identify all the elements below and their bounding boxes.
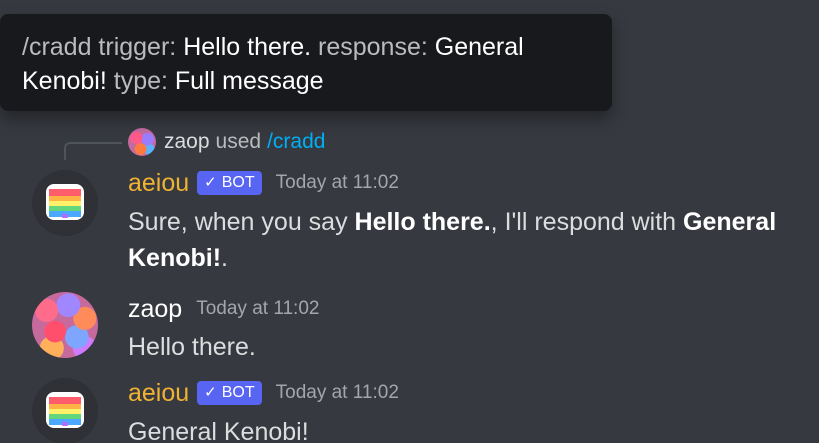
message-text: . <box>221 244 228 272</box>
message-header: aeiou ✓ BOT Today at 11:02 <box>128 168 399 198</box>
message-content: General Kenobi! <box>128 418 309 443</box>
avatar[interactable] <box>32 170 98 236</box>
verified-check-icon: ✓ <box>204 174 217 191</box>
interaction-reply[interactable]: zaop used /cradd <box>128 128 325 156</box>
reply-command-link[interactable]: /cradd <box>267 130 325 154</box>
bot-badge: ✓ BOT <box>197 381 262 405</box>
message-content: Hello there. <box>128 333 256 361</box>
tooltip-text: /cradd trigger: Hello there. response: G… <box>22 30 582 98</box>
tooltip-key-response: response: <box>318 33 428 61</box>
tooltip-key-command: /cradd trigger: <box>22 33 177 61</box>
aeiou-avatar-icon <box>32 378 98 443</box>
bot-badge: ✓ BOT <box>197 171 262 195</box>
message-header: aeiou ✓ BOT Today at 11:02 <box>128 378 399 408</box>
author-name[interactable]: aeiou <box>128 168 189 198</box>
chat-view: /cradd trigger: Hello there. response: G… <box>0 0 819 443</box>
message-content: Sure, when you say Hello there., I'll re… <box>128 204 808 276</box>
bot-badge-label: BOT <box>221 384 255 401</box>
message-header: zaop Today at 11:02 <box>128 294 319 324</box>
message-timestamp[interactable]: Today at 11:02 <box>276 168 399 198</box>
reply-used-text: used <box>215 130 262 153</box>
bot-badge-label: BOT <box>221 174 255 191</box>
tooltip-value-trigger: Hello there. <box>183 33 312 61</box>
tooltip-value-type: Full message <box>174 67 324 95</box>
reply-avatar[interactable] <box>128 128 156 156</box>
author-name[interactable]: aeiou <box>128 378 189 408</box>
author-name[interactable]: zaop <box>128 294 182 324</box>
avatar[interactable] <box>32 378 98 443</box>
aeiou-avatar-icon <box>32 170 98 236</box>
message-text: Sure, when you say <box>128 208 355 236</box>
message-timestamp[interactable]: Today at 11:02 <box>276 378 399 408</box>
message-bold-trigger: Hello there. <box>354 208 491 236</box>
avatar[interactable] <box>32 292 98 358</box>
command-tooltip: /cradd trigger: Hello there. response: G… <box>0 14 612 111</box>
message-text: , I'll respond with <box>490 208 684 236</box>
tooltip-key-type: type: <box>113 67 168 95</box>
verified-check-icon: ✓ <box>204 384 217 401</box>
reply-spine <box>64 142 122 160</box>
reply-username[interactable]: zaop <box>164 130 210 154</box>
message-timestamp[interactable]: Today at 11:02 <box>196 294 319 324</box>
